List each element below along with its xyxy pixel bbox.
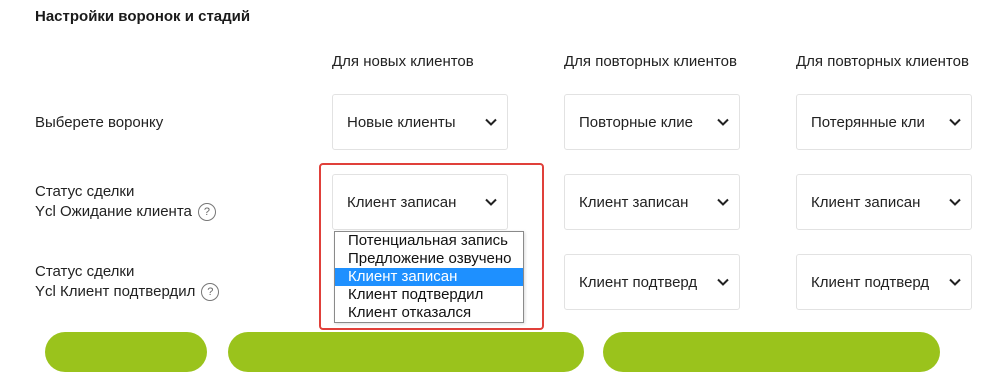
column-header-repeat: Для повторных клиентов — [564, 53, 737, 70]
dropdown-option[interactable]: Потенциальная запись — [335, 232, 523, 250]
chevron-down-icon — [485, 118, 497, 126]
status-dropdown-list[interactable]: Потенциальная запись Предложение озвучен… — [334, 231, 524, 323]
funnel-select-new[interactable]: Новые клиенты — [332, 94, 508, 150]
select-value: Клиент записан — [811, 193, 921, 211]
dropdown-option-selected[interactable]: Клиент записан — [335, 268, 523, 286]
row-label-line2: Ycl Клиент подтвердил? — [35, 282, 220, 302]
help-circle-icon[interactable]: ? — [201, 283, 220, 302]
chevron-down-icon — [717, 198, 729, 206]
funnel-select-repeat[interactable]: Повторные клие — [564, 94, 740, 150]
row-label-status-name: Ycl Ожидание клиента — [35, 203, 192, 220]
dropdown-option[interactable]: Клиент подтвердил — [335, 286, 523, 304]
status-waiting-select-new[interactable]: Клиент записан — [332, 174, 508, 230]
chevron-down-icon — [949, 198, 961, 206]
green-button-1[interactable] — [45, 332, 207, 372]
select-value: Новые клиенты — [347, 113, 456, 131]
dropdown-option[interactable]: Предложение озвучено — [335, 250, 523, 268]
section-title: Настройки воронок и стадий — [35, 8, 251, 25]
row-label-funnel: Выберете воронку — [35, 114, 164, 131]
select-value: Потерянные кли — [811, 113, 925, 131]
row-label-status-name: Ycl Клиент подтвердил — [35, 283, 196, 300]
funnel-select-lost[interactable]: Потерянные кли — [796, 94, 972, 150]
chevron-down-icon — [949, 278, 961, 286]
row-label-status-confirmed: Статус сделки Ycl Клиент подтвердил? — [35, 262, 220, 302]
help-circle-icon[interactable]: ? — [197, 203, 216, 222]
chevron-down-icon — [717, 278, 729, 286]
row-label-line1: Статус сделки — [35, 263, 135, 280]
column-header-new: Для новых клиентов — [332, 53, 474, 70]
select-value: Повторные клие — [579, 113, 693, 131]
status-waiting-select-lost[interactable]: Клиент записан — [796, 174, 972, 230]
column-header-lost: Для повторных клиентов — [796, 53, 969, 70]
status-confirmed-select-lost[interactable]: Клиент подтверд — [796, 254, 972, 310]
dropdown-option[interactable]: Клиент отказался — [335, 304, 523, 322]
row-label-line2: Ycl Ожидание клиента? — [35, 202, 216, 222]
select-value: Клиент записан — [347, 193, 457, 211]
row-label-status-waiting: Статус сделки Ycl Ожидание клиента? — [35, 182, 216, 222]
status-waiting-select-repeat[interactable]: Клиент записан — [564, 174, 740, 230]
status-confirmed-select-repeat[interactable]: Клиент подтверд — [564, 254, 740, 310]
green-button-3[interactable] — [603, 332, 940, 372]
chevron-down-icon — [717, 118, 729, 126]
select-value: Клиент подтверд — [811, 273, 930, 291]
chevron-down-icon — [949, 118, 961, 126]
green-button-2[interactable] — [228, 332, 584, 372]
select-value: Клиент подтверд — [579, 273, 698, 291]
row-label-line1: Статус сделки — [35, 183, 135, 200]
select-value: Клиент записан — [579, 193, 689, 211]
chevron-down-icon — [485, 198, 497, 206]
